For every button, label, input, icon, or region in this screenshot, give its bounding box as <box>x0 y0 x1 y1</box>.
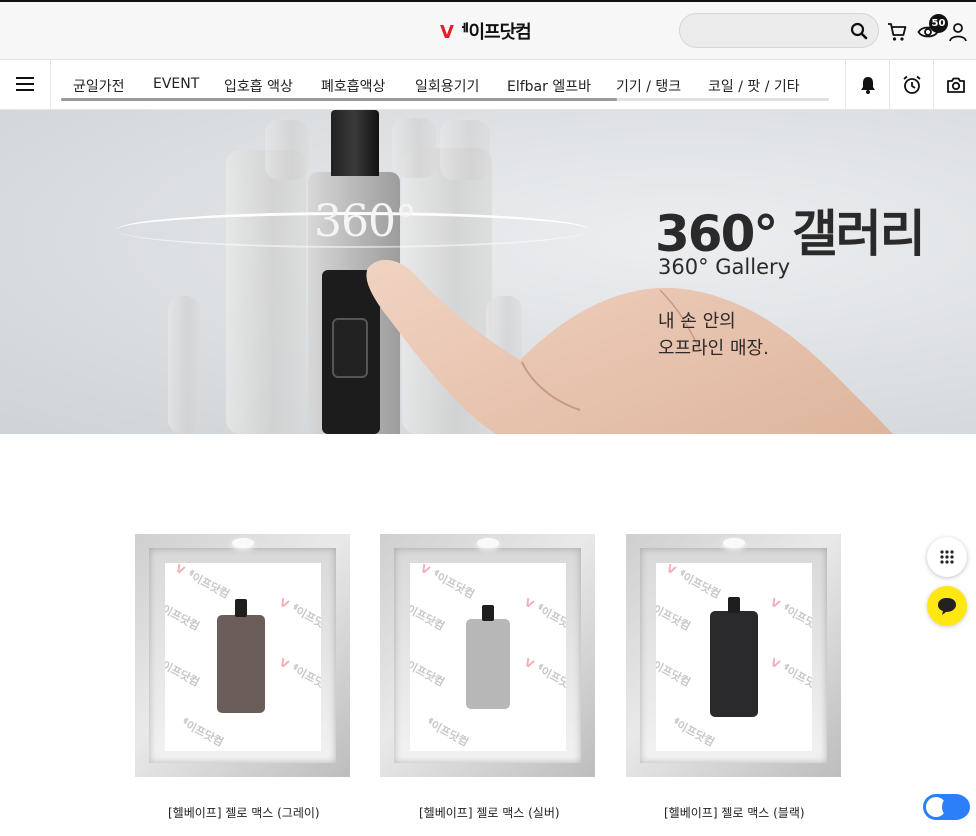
user-icon[interactable] <box>948 21 970 43</box>
banner-subtitle: 360° Gallery <box>658 255 791 279</box>
toggle-widget-icon <box>923 794 970 820</box>
product-image: Vᅦ이프닷컴 ᅦ이프닷컴 Vᅦ이프닷컴 ᅦ이프닷컴 Vᅦ이프닷컴 ᅦ이프닷컴 <box>656 563 812 751</box>
ghost-device-image <box>168 296 200 434</box>
product-name[interactable]: [헬베이프] 젤로 맥스 (그레이) <box>168 804 320 821</box>
quick-menu-button[interactable] <box>927 537 967 577</box>
ghost-device-image <box>226 150 306 434</box>
category-item[interactable]: EVENT <box>153 76 199 92</box>
product-card[interactable]: Vᅦ이프닷컴 ᅦ이프닷컴 Vᅦ이프닷컴 ᅦ이프닷컴 Vᅦ이프닷컴 ᅦ이프닷컴 <box>135 534 350 777</box>
category-item[interactable]: 코일 / 팟 / 기타 <box>708 76 800 96</box>
product-image-frame: Vᅦ이프닷컴 ᅦ이프닷컴 Vᅦ이프닷컴 ᅦ이프닷컴 Vᅦ이프닷컴 ᅦ이프닷컴 <box>380 534 595 777</box>
ghost-device-image <box>265 120 309 180</box>
product-pod-image <box>217 615 265 713</box>
product-card[interactable]: Vᅦ이프닷컴 ᅦ이프닷컴 Vᅦ이프닷컴 ᅦ이프닷컴 Vᅦ이프닷컴 ᅦ이프닷컴 <box>626 534 841 777</box>
notification-button[interactable] <box>845 60 889 110</box>
category-nav: 균일가전 EVENT 입호흡 액상 폐호흡액상 일회용기기 Elfbar 엘프바… <box>0 60 976 110</box>
product-pod-image <box>710 611 758 717</box>
hamburger-icon <box>16 77 34 91</box>
device-mouthpiece <box>331 110 379 176</box>
category-scrollbar[interactable] <box>61 98 829 101</box>
product-pod-image <box>466 619 510 709</box>
product-image-frame: Vᅦ이프닷컴 ᅦ이프닷컴 Vᅦ이프닷컴 ᅦ이프닷컴 Vᅦ이프닷컴 ᅦ이프닷컴 <box>135 534 350 777</box>
product-image: Vᅦ이프닷컴 ᅦ이프닷컴 Vᅦ이프닷컴 ᅦ이프닷컴 Vᅦ이프닷컴 ᅦ이프닷컴 <box>165 563 321 751</box>
product-name[interactable]: [헬베이프] 젤로 맥스 (실버) <box>419 804 560 821</box>
category-item[interactable]: 폐호흡액상 <box>321 76 385 96</box>
category-item[interactable]: Elfbar 엘프바 <box>507 76 591 96</box>
kakao-chat-button[interactable] <box>927 586 967 626</box>
category-scrollbar-thumb[interactable] <box>61 98 617 101</box>
ghost-device-image <box>392 118 436 178</box>
product-image-frame: Vᅦ이프닷컴 ᅦ이프닷컴 Vᅦ이프닷컴 ᅦ이프닷컴 Vᅦ이프닷컴 ᅦ이프닷컴 <box>626 534 841 777</box>
wishlist-count-badge: 50 <box>929 14 948 33</box>
cart-icon[interactable] <box>886 21 908 43</box>
logo-v-mark: V <box>440 22 454 43</box>
top-header: Vᅦ이프닷컴 50 <box>0 0 976 60</box>
bell-icon <box>861 77 875 94</box>
device-360-text: 360° <box>314 196 417 247</box>
search-icon[interactable] <box>850 22 868 40</box>
search-input[interactable] <box>692 21 842 41</box>
grid-dots-icon <box>940 550 954 564</box>
chat-widget-toggle[interactable] <box>922 792 972 822</box>
site-logo[interactable]: Vᅦ이프닷컴 <box>440 18 532 44</box>
category-item[interactable]: 균일가전 <box>73 76 125 96</box>
search-box <box>679 13 879 48</box>
hamburger-menu-button[interactable] <box>0 60 51 110</box>
category-list: 균일가전 EVENT 입호흡 액상 폐호흡액상 일회용기기 Elfbar 엘프바… <box>60 60 830 110</box>
camera-button[interactable] <box>933 60 976 110</box>
ghost-device-image <box>440 120 490 180</box>
category-item[interactable]: 기기 / 탱크 <box>616 76 681 96</box>
banner-copy-line: 내 손 안의 <box>658 311 736 332</box>
product-name[interactable]: [헬베이프] 젤로 맥스 (블랙) <box>664 804 805 821</box>
category-item[interactable]: 일회용기기 <box>415 76 479 96</box>
hero-banner-360-gallery[interactable]: 360° 360° 갤러리 360° Gallery 내 손 안의 오프라인 매… <box>0 110 976 434</box>
banner-copy-line: 오프라인 매장. <box>658 338 769 359</box>
alarm-clock-icon <box>903 75 921 94</box>
category-item[interactable]: 입호흡 액상 <box>224 76 293 96</box>
camera-icon <box>947 77 965 93</box>
product-image: Vᅦ이프닷컴 ᅦ이프닷컴 Vᅦ이프닷컴 ᅦ이프닷컴 Vᅦ이프닷컴 ᅦ이프닷컴 <box>410 563 566 751</box>
alarm-button[interactable] <box>889 60 933 110</box>
logo-text: ᅦ이프닷컴 <box>452 22 532 43</box>
product-card[interactable]: Vᅦ이프닷컴 ᅦ이프닷컴 Vᅦ이프닷컴 ᅦ이프닷컴 Vᅦ이프닷컴 ᅦ이프닷컴 <box>380 534 595 777</box>
chat-bubble-icon <box>938 598 956 615</box>
